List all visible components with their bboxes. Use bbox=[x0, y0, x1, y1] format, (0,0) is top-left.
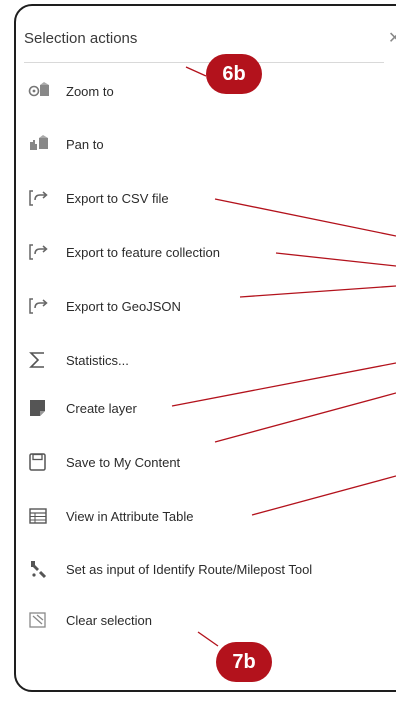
callout-line bbox=[197, 631, 219, 647]
callout-lines bbox=[171, 66, 396, 647]
callout-line bbox=[275, 252, 396, 267]
callout-line bbox=[171, 362, 396, 407]
callout-line bbox=[185, 66, 207, 77]
callout-badge-7b: 7b bbox=[216, 642, 272, 682]
callout-line bbox=[251, 475, 396, 516]
callout-line bbox=[214, 198, 396, 237]
callout-line bbox=[239, 285, 396, 298]
callout-line bbox=[214, 392, 396, 443]
callout-badge-6b: 6b bbox=[206, 54, 262, 94]
